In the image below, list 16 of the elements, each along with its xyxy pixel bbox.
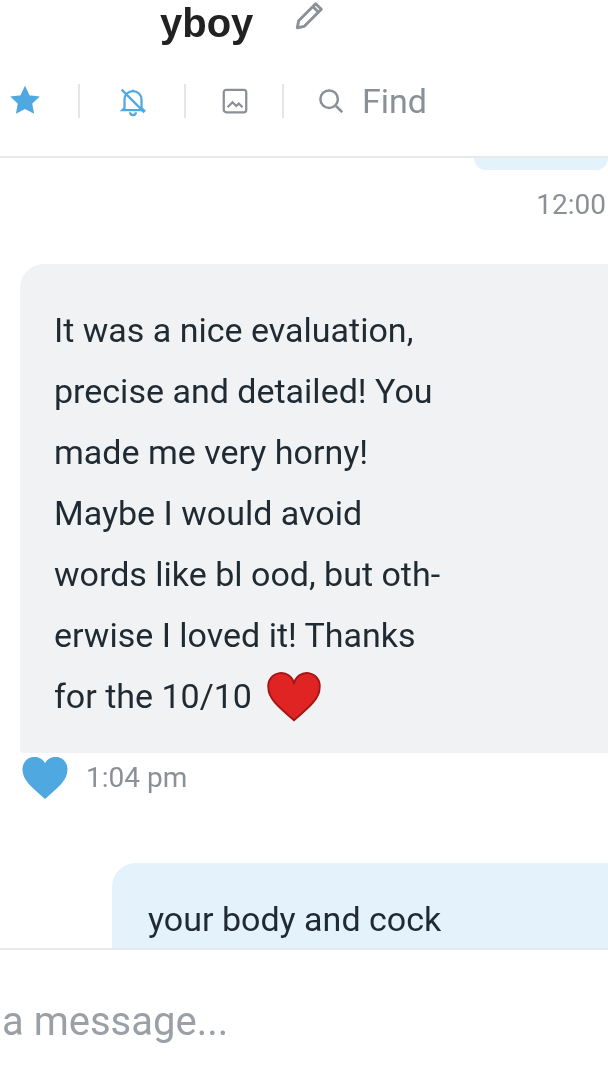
message-line: your body and cock [148,898,442,941]
message-line: made me very horny! [54,431,369,474]
message-line: for the 10/10 [54,675,252,718]
image-icon[interactable] [220,86,250,116]
message-time: 12:00 [536,187,607,223]
message-input[interactable]: a message... [0,992,608,1052]
message-line: precise and detailed! You [54,370,433,413]
message-line: erwise I loved it! Thanks [54,614,416,657]
search-icon [316,86,346,116]
message-line: It was a nice evaluation, [54,309,414,352]
message-line: words like bl ood, but oth- [54,553,441,596]
find-button[interactable]: Find [316,75,427,127]
chat-title: yboy [160,0,254,46]
heart-icon[interactable] [22,757,68,799]
message-time: 1:04 pm [86,760,188,796]
message-line: Maybe I would avoid [54,492,363,535]
